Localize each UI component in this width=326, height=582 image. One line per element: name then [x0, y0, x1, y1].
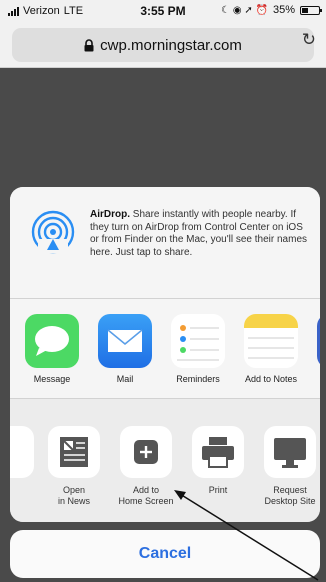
share-app-label: Reminders — [176, 374, 220, 384]
battery-icon — [300, 5, 322, 15]
action-label: Print — [208, 485, 228, 495]
share-apps-row: Message Mail Reminders Add to Notes — [10, 299, 320, 399]
status-icons: ☾ ◉ ➚ ⏰ — [221, 4, 268, 16]
share-app-partial[interactable]: F — [309, 314, 320, 385]
status-right: ☾ ◉ ➚ ⏰ 35% — [221, 4, 322, 16]
battery-fill — [302, 7, 308, 13]
desktop-icon — [264, 426, 316, 478]
address-bar[interactable]: cwp.morningstar.com — [12, 28, 314, 62]
reminders-icon — [171, 314, 225, 368]
action-label: Add to Home Screen — [118, 485, 174, 506]
airdrop-icon — [31, 210, 75, 254]
share-app-label: Mail — [116, 374, 134, 384]
share-app-message[interactable]: Message — [17, 314, 87, 385]
lock-icon — [84, 38, 94, 51]
action-partial-icon — [10, 426, 34, 478]
airdrop-title: AirDrop. — [90, 209, 130, 220]
url-text: cwp.morningstar.com — [100, 36, 242, 54]
news-icon — [48, 426, 100, 478]
action-request-desktop-site[interactable]: Request Desktop Site — [252, 426, 320, 507]
print-icon — [192, 426, 244, 478]
share-actions-row: Open in News Add to Home Screen Print Re… — [10, 399, 320, 522]
action-add-to-home-screen[interactable]: Add to Home Screen — [108, 426, 184, 507]
share-app-label: F — [309, 374, 320, 385]
app-partial-icon — [317, 314, 320, 368]
share-app-notes[interactable]: Add to Notes — [236, 314, 306, 385]
cancel-button[interactable]: Cancel — [10, 530, 320, 578]
notes-icon — [244, 314, 298, 368]
browser-toolbar: cwp.morningstar.com ↻ — [0, 22, 326, 68]
mail-icon — [98, 314, 152, 368]
status-bar: Verizon LTE 3:55 PM ☾ ◉ ➚ ⏰ 35% — [0, 0, 326, 22]
airdrop-text: AirDrop. Share instantly with people nea… — [90, 209, 310, 259]
share-app-label: Message — [33, 374, 71, 384]
share-app-label: Add to Notes — [244, 374, 298, 384]
airdrop-section: AirDrop. Share instantly with people nea… — [10, 187, 320, 299]
action-print[interactable]: Print — [180, 426, 256, 496]
message-icon — [25, 314, 79, 368]
share-sheet: AirDrop. Share instantly with people nea… — [10, 187, 320, 522]
action-label: Open in News — [57, 485, 90, 506]
battery-percent: 35% — [272, 4, 295, 16]
action-label: Request Desktop Site — [264, 485, 316, 506]
add-icon — [120, 426, 172, 478]
share-app-reminders[interactable]: Reminders — [163, 314, 233, 385]
share-app-mail[interactable]: Mail — [90, 314, 160, 385]
reload-icon[interactable]: ↻ — [302, 30, 316, 50]
action-open-in-news[interactable]: Open in News — [36, 426, 112, 507]
